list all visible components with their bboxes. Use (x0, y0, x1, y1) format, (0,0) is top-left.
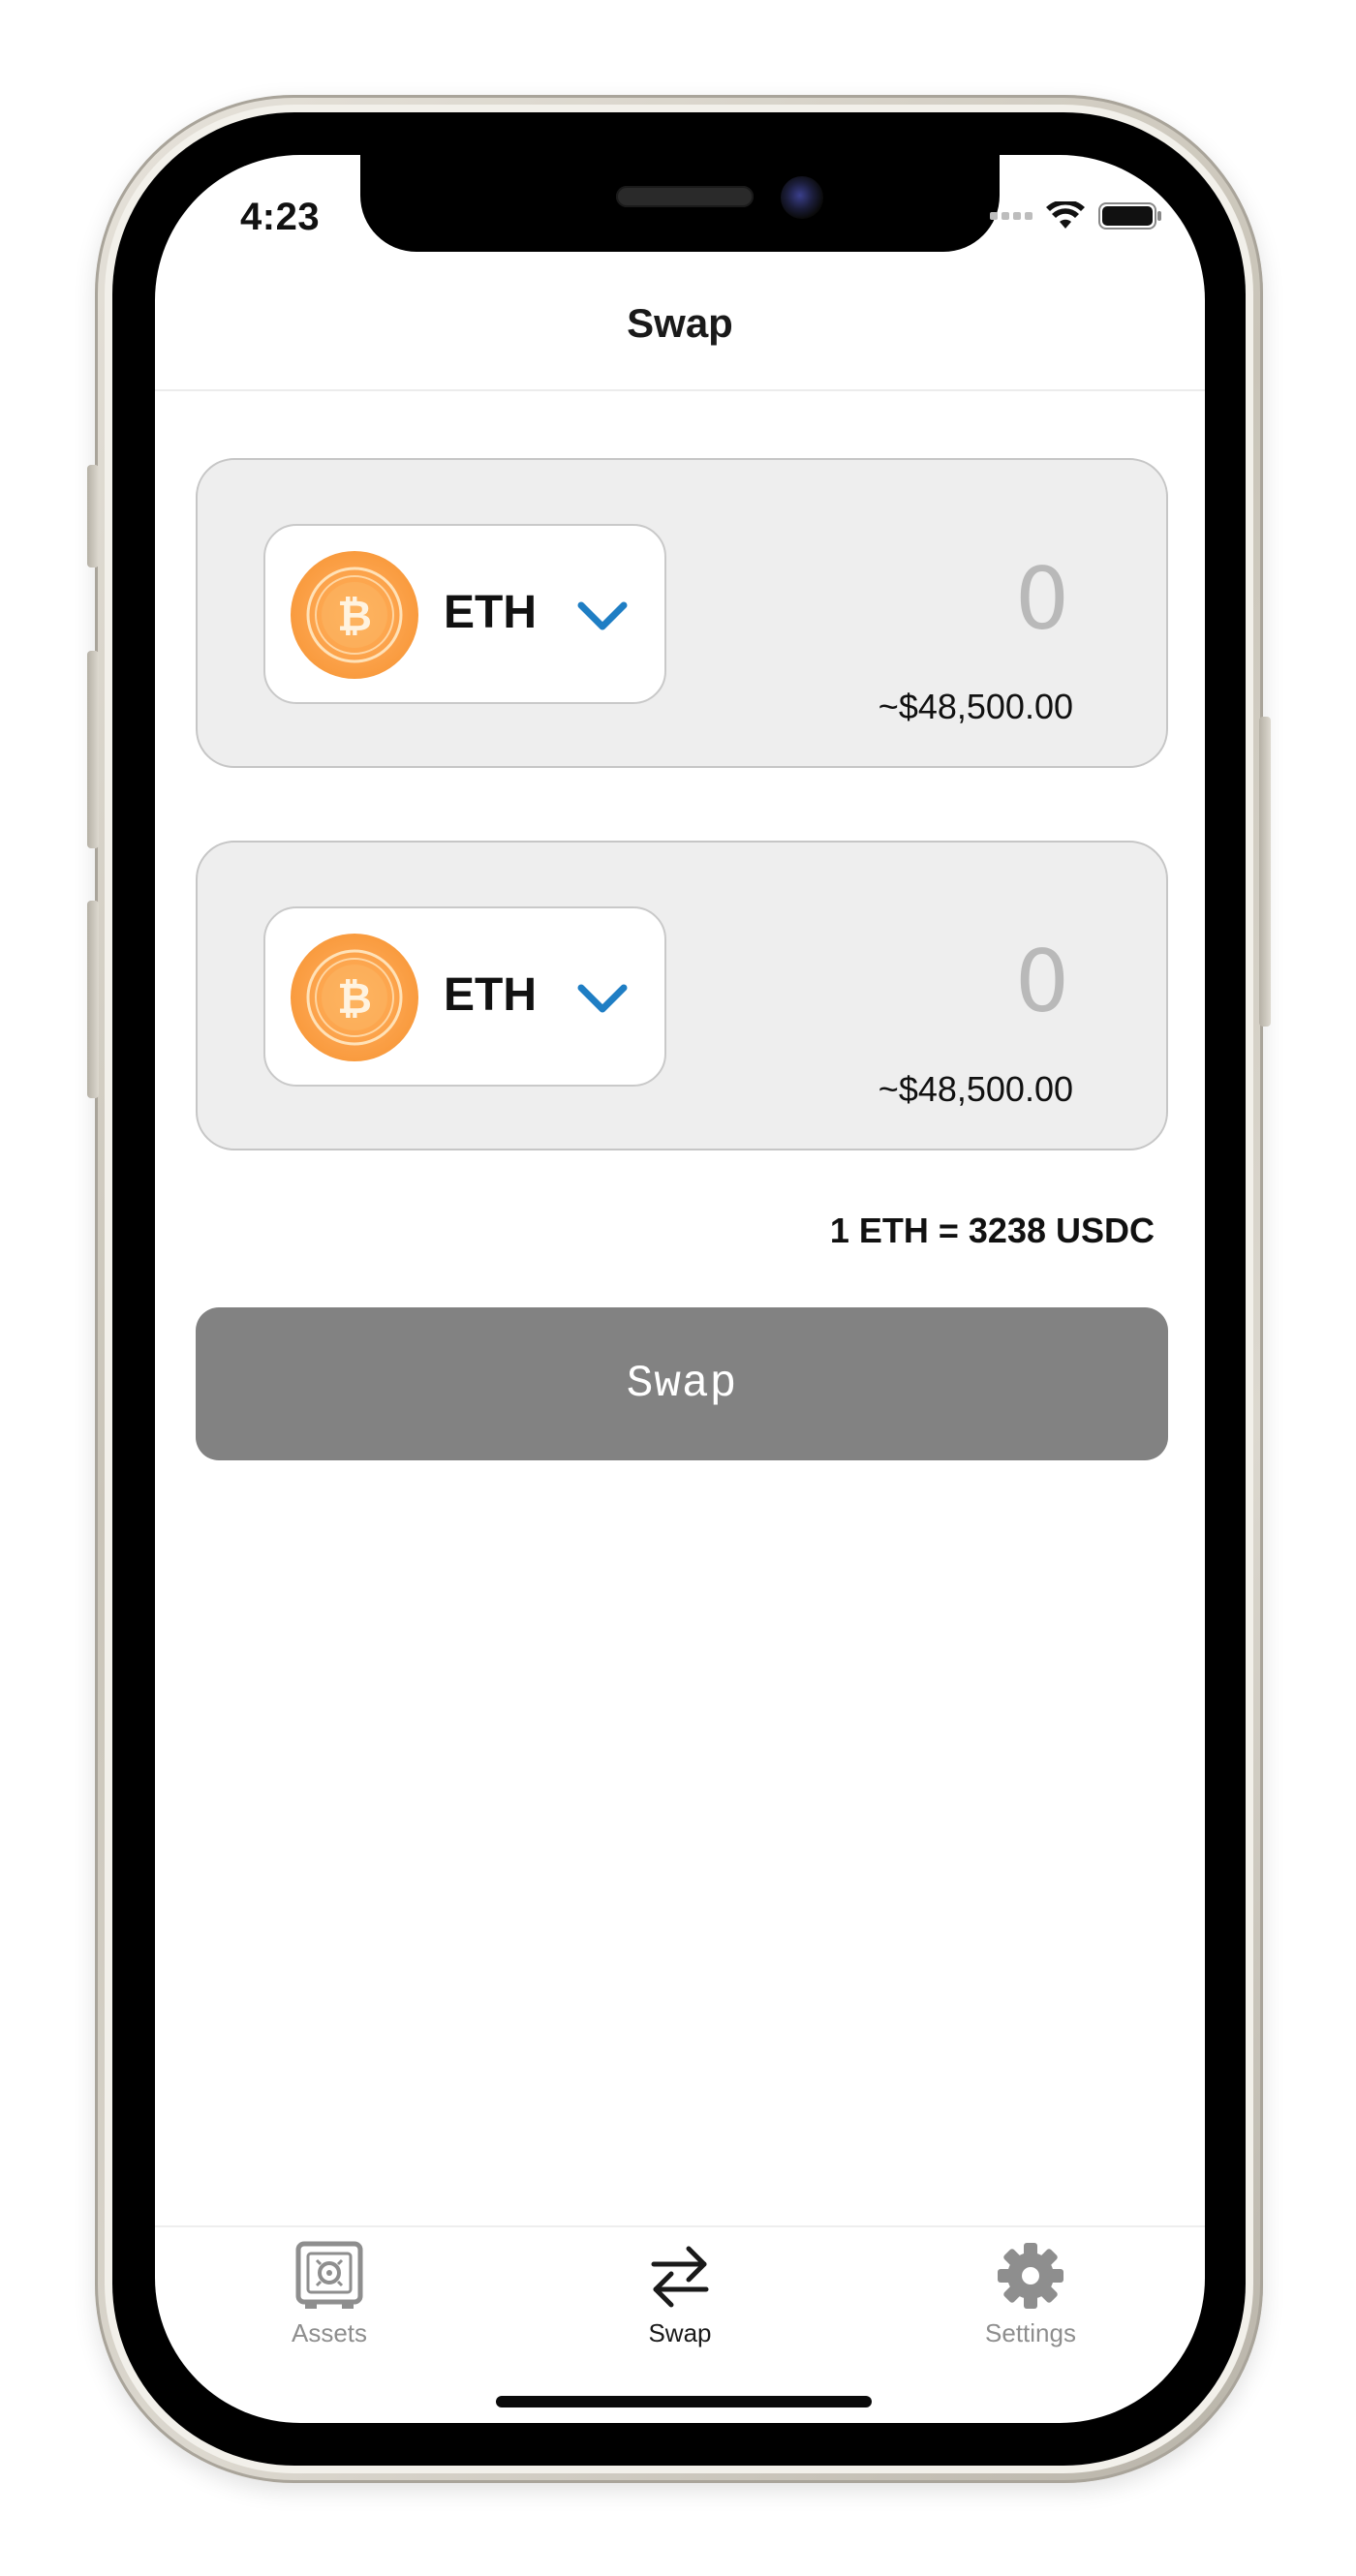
status-indicators (990, 201, 1162, 230)
battery-icon (1098, 202, 1161, 230)
to-token-symbol: ETH (444, 969, 537, 1021)
home-indicator (496, 2396, 872, 2407)
app-screen: 4:23 Swap ₿ ETH 0 ~$48,500.00 ₿ ETH 0 ~$… (155, 155, 1205, 2423)
speaker-grille (616, 186, 754, 207)
device-mockup: 4:23 Swap ₿ ETH 0 ~$48,500.00 ₿ ETH 0 ~$… (0, 0, 1356, 2576)
from-amount-input[interactable]: 0 (1015, 549, 1069, 649)
front-camera (781, 176, 823, 219)
tab-settings[interactable]: Settings (934, 2241, 1127, 2348)
swap-to-card: ₿ ETH 0 ~$48,500.00 (196, 841, 1168, 1150)
bitcoin-coin-icon: ₿ (291, 934, 418, 1061)
tab-swap[interactable]: Swap (583, 2241, 777, 2348)
volume-up-button (87, 651, 99, 848)
page-title: Swap (627, 300, 733, 346)
cellular-signal-icon (990, 212, 1032, 220)
exchange-rate: 1 ETH = 3238 USDC (829, 1211, 1155, 1250)
chevron-down-icon (577, 601, 628, 630)
tab-bar-divider (155, 2225, 1205, 2227)
header-divider (155, 389, 1205, 391)
chevron-down-icon (577, 984, 628, 1013)
to-usd-value: ~$48,500.00 (878, 1069, 1073, 1109)
status-time: 4:23 (240, 196, 321, 238)
gear-icon (998, 2243, 1063, 2309)
to-token-selector[interactable]: ₿ ETH (263, 906, 666, 1087)
notch (360, 155, 1000, 252)
wifi-icon (1046, 201, 1085, 229)
silent-switch (87, 465, 99, 567)
from-usd-value: ~$48,500.00 (878, 687, 1073, 726)
swap-button[interactable]: Swap (196, 1307, 1168, 1460)
safe-icon (295, 2241, 363, 2309)
tab-assets-label: Assets (291, 2318, 368, 2347)
tab-settings-label: Settings (985, 2318, 1076, 2347)
tab-assets[interactable]: Assets (232, 2241, 426, 2348)
to-amount-input[interactable]: 0 (1015, 932, 1069, 1031)
power-button (1259, 717, 1271, 1027)
swap-arrows-icon (651, 2246, 709, 2308)
svg-text:₿: ₿ (337, 592, 372, 641)
volume-down-button (87, 901, 99, 1098)
swap-from-card: ₿ ETH 0 ~$48,500.00 (196, 458, 1168, 768)
tab-swap-label: Swap (648, 2318, 712, 2347)
from-token-selector[interactable]: ₿ ETH (263, 524, 666, 704)
from-token-symbol: ETH (444, 587, 537, 638)
svg-text:₿: ₿ (337, 974, 372, 1024)
bitcoin-coin-icon: ₿ (291, 551, 418, 679)
